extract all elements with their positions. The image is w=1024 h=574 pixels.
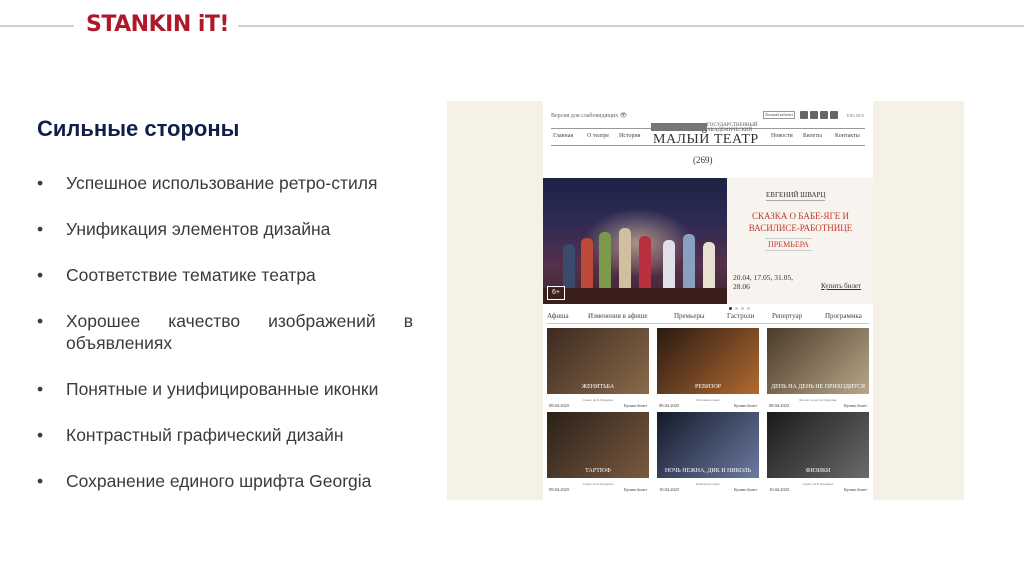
show-card-image: ЖЕНИТЬБА [547, 328, 649, 394]
nav-item-contacts[interactable]: Контакты [835, 133, 860, 139]
theatre-logo-bar [651, 123, 707, 131]
accessibility-link[interactable]: Версия для слабовидящих 👁 [551, 112, 627, 119]
show-card-image: ТАРТЮФ [547, 412, 649, 478]
nav-item-history[interactable]: История [619, 133, 641, 139]
header-line-right [238, 25, 1024, 27]
show-card-image: ФИЗИКИ [767, 412, 869, 478]
show-card[interactable]: ТАРТЮФ Сцена на Б.Ордынке 09.04.2025 Куп… [547, 412, 649, 492]
bullet-item: • Унификация элементов дизайна [37, 219, 331, 239]
buy-ticket-link[interactable]: Купить билет [844, 403, 867, 408]
stage-photo: 6+ [543, 178, 727, 304]
social-icon[interactable] [820, 111, 828, 119]
bullet-item: • Соответствие тематике театра [37, 265, 316, 285]
bullet-marker: • [37, 173, 44, 193]
bullet-item: • Хорошее качество изображений в объявлен… [37, 311, 413, 353]
bullet-item: • Контрастный графический дизайн [37, 425, 344, 445]
buy-ticket-link[interactable]: Купить билет [734, 403, 757, 408]
header-line-left [0, 25, 74, 27]
banner-premiere-label: ПРЕМЬЕРА [765, 238, 812, 251]
show-card[interactable]: ЖЕНИТЬБА Сцена на Б.Ордынке 08.04.2025 К… [547, 328, 649, 408]
nav-item-news[interactable]: Новости [771, 133, 793, 139]
banner-buy-ticket-link[interactable]: Купить билет [821, 282, 861, 290]
bullet-item: • Успешное использование ретро-стиля [37, 173, 378, 193]
bullet-list: • Успешное использование ретро-стиля • Уни… [37, 172, 413, 516]
language-switch[interactable]: ENG RUS [847, 113, 864, 118]
section-tab-changes[interactable]: Изменения в афише [588, 312, 648, 320]
section-divider [547, 323, 869, 324]
show-card-image: НОЧЬ НЕЖНА, ДИК И НИКОЛЬ [657, 412, 759, 478]
season-count: (269) [693, 155, 713, 165]
show-card[interactable]: НОЧЬ НЕЖНА, ДИК И НИКОЛЬ Камерная сцена … [657, 412, 759, 492]
nav-item-home[interactable]: Главная [553, 133, 573, 139]
section-tab-repertoire[interactable]: Репертуар [772, 312, 802, 320]
section-tab-programs[interactable]: Программка [825, 312, 862, 320]
slide-title: Сильные стороны [37, 116, 240, 141]
banner-show-title: СКАЗКА О БАБЕ-ЯГЕ И ВАСИЛИСЕ-РАБОТНИЦЕ [748, 211, 853, 233]
show-card-image: РЕВИЗОР [657, 328, 759, 394]
bullet-marker: • [37, 265, 44, 285]
banner-dates: 20.04, 17.05, 31.05, 28.06 [733, 273, 793, 291]
age-rating-badge: 6+ [547, 286, 565, 300]
website-screenshot-panel: Версия для слабовидящих 👁 Личный кабинет… [447, 101, 964, 500]
bullet-item: • Сохранение единого шрифта Georgia [37, 471, 372, 491]
section-tab-premieres[interactable]: Премьеры [674, 312, 705, 320]
social-icon[interactable] [810, 111, 818, 119]
bullet-item: • Понятные и унифицированные иконки [37, 379, 379, 399]
bullet-marker: • [37, 219, 44, 239]
show-card[interactable]: ФИЗИКИ Сцена на Б.Ордынке 10.04.2025 Куп… [767, 412, 869, 492]
buy-ticket-link[interactable]: Купить билет [734, 487, 757, 492]
stankin-logo: STANKIN iT! [86, 12, 229, 37]
section-tab-tours[interactable]: Гастроли [727, 312, 754, 320]
bullet-marker: • [37, 471, 44, 491]
bullet-marker: • [37, 379, 44, 399]
nav-item-tickets[interactable]: Билеты [803, 133, 822, 139]
social-icon[interactable] [800, 111, 808, 119]
bullet-marker: • [37, 311, 44, 331]
theatre-website: Версия для слабовидящих 👁 Личный кабинет… [543, 101, 873, 500]
banner-author: ЕВГЕНИЙ ШВАРЦ [766, 191, 826, 201]
buy-ticket-link[interactable]: Купить билет [844, 487, 867, 492]
show-card[interactable]: ДЕНЬ НА ДЕНЬ НЕ ПРИХОДИТСЯ Малая сцена н… [767, 328, 869, 408]
social-icon[interactable] [830, 111, 838, 119]
nav-item-about[interactable]: О театре [587, 133, 609, 139]
show-card-image: ДЕНЬ НА ДЕНЬ НЕ ПРИХОДИТСЯ [767, 328, 869, 394]
buy-ticket-link[interactable]: Купить билет [624, 403, 647, 408]
bullet-marker: • [37, 425, 44, 445]
show-card[interactable]: РЕВИЗОР Основная сцена 08.04.2025 Купить… [657, 328, 759, 408]
nav-divider [551, 145, 865, 146]
buy-ticket-link[interactable]: Купить билет [624, 487, 647, 492]
login-button[interactable]: Личный кабинет [763, 111, 795, 119]
hero-banner[interactable]: 6+ ЕВГЕНИЙ ШВАРЦ СКАЗКА О БАБЕ-ЯГЕ И ВАС… [543, 178, 873, 310]
section-tab-afisha[interactable]: Афиша [547, 312, 569, 320]
